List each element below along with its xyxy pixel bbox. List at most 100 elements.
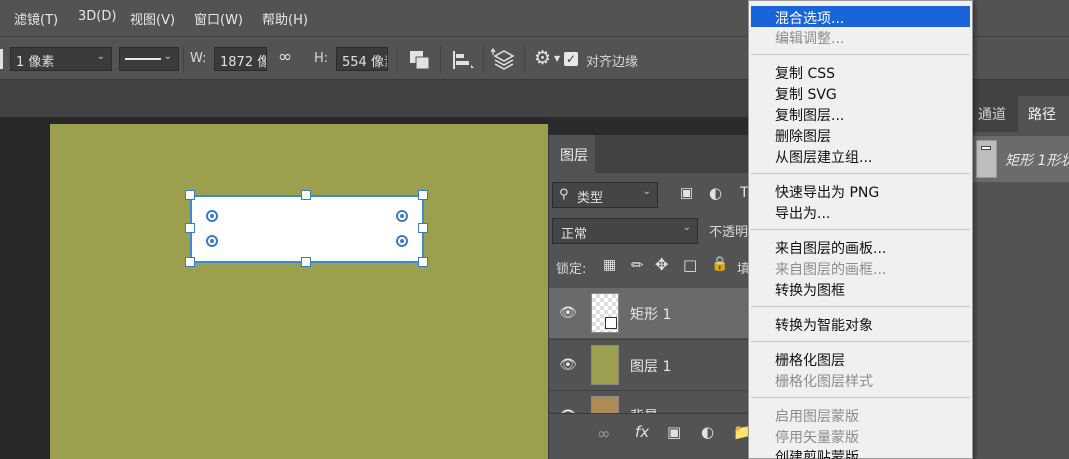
- layers-bottom-bar: ∞ fx ▣ ◐ 📁: [549, 413, 759, 459]
- adjustment-layer-icon[interactable]: ◐: [701, 423, 714, 441]
- menu-item-convert-to-smart-object[interactable]: 转换为智能对象: [775, 315, 873, 335]
- layer-row-layer1[interactable]: 👁 图层 1: [549, 339, 759, 389]
- menu-item-quick-export-png[interactable]: 快速导出为 PNG: [775, 182, 879, 202]
- chevron-down-icon: ⌄: [96, 51, 105, 62]
- link-dimensions-icon[interactable]: ∞: [278, 47, 292, 67]
- transform-handle[interactable]: [418, 223, 428, 233]
- align-edges-checkbox[interactable]: ✓: [564, 52, 578, 66]
- layer-filter-value: 类型: [577, 191, 604, 206]
- layer-thumbnail: [591, 345, 619, 385]
- corner-radius-widget[interactable]: [206, 210, 218, 222]
- layer-name[interactable]: 背景: [630, 406, 658, 413]
- layer-row-rectangle[interactable]: 👁 矩形 1: [549, 288, 759, 338]
- lock-all-icon[interactable]: 🔒: [711, 256, 728, 272]
- path-alignment-icon[interactable]: [450, 49, 476, 71]
- chevron-down-icon: ⌄: [642, 186, 651, 197]
- blend-mode-value: 正常: [561, 227, 588, 242]
- corner-radius-widget[interactable]: [396, 210, 408, 222]
- align-edges-label: 对齐边缘: [586, 55, 639, 70]
- link-layers-icon[interactable]: ∞: [597, 424, 610, 443]
- stroke-width-value: 1 像素: [16, 55, 55, 70]
- menu-3d[interactable]: 3D(D): [78, 9, 116, 24]
- lock-position-icon[interactable]: ✥: [655, 255, 668, 274]
- opacity-label: 不透明: [709, 225, 749, 240]
- tab-channels[interactable]: 通道: [978, 104, 1006, 124]
- menu-item-disable-vector-mask[interactable]: 停用矢量蒙版: [775, 427, 859, 447]
- blend-mode-dropdown[interactable]: 正常 ⌄: [552, 218, 698, 244]
- menu-item-copy-svg[interactable]: 复制 SVG: [775, 84, 837, 104]
- tab-layers[interactable]: 图层: [549, 135, 595, 173]
- search-icon: ⚲: [559, 187, 569, 202]
- path-operations-icon[interactable]: [408, 49, 432, 71]
- menu-item-frame-from-layers[interactable]: 来自图层的画框...: [775, 259, 886, 279]
- paths-panel: 通道 路径 矩形 1形状: [972, 96, 1069, 459]
- menu-item-rasterize-layer[interactable]: 栅格化图层: [775, 350, 845, 370]
- fx-icon[interactable]: fx: [635, 423, 649, 441]
- menu-item-create-clipping-mask[interactable]: 创建剪贴蒙版: [775, 447, 859, 459]
- layer-row-background[interactable]: 👁 背景: [549, 390, 759, 413]
- menu-item-enable-layer-mask[interactable]: 启用图层蒙版: [775, 406, 859, 426]
- menu-window[interactable]: 窗口(W): [194, 9, 243, 28]
- chevron-down-icon: ⌄: [682, 222, 691, 233]
- menu-help[interactable]: 帮助(H): [262, 9, 308, 28]
- divider: [483, 45, 484, 73]
- lock-transparent-icon[interactable]: ▦: [603, 257, 616, 273]
- menu-item-blending-options[interactable]: 混合选项...: [775, 8, 844, 28]
- transform-handle[interactable]: [301, 190, 311, 200]
- menu-separator: [751, 306, 970, 307]
- layer-name[interactable]: 图层 1: [630, 356, 671, 376]
- path-arrangement-icon[interactable]: [491, 47, 517, 71]
- menu-separator: [751, 54, 970, 55]
- rectangle-shape[interactable]: [190, 195, 424, 263]
- stroke-width-dropdown[interactable]: 1 像素 ⌄: [10, 47, 112, 71]
- menu-separator: [751, 173, 970, 174]
- menu-item-export-as[interactable]: 导出为...: [775, 203, 830, 223]
- layers-tab-row: 图层: [549, 135, 759, 173]
- menu-item-convert-to-frame[interactable]: 转换为图框: [775, 280, 845, 300]
- menu-item-copy-css[interactable]: 复制 CSS: [775, 63, 835, 83]
- path-row[interactable]: 矩形 1形状: [972, 136, 1069, 182]
- layer-context-menu: 混合选项... 编辑调整... 复制 CSS 复制 SVG 复制图层... 删除…: [748, 0, 973, 459]
- lock-image-icon[interactable]: ✏: [631, 256, 644, 274]
- eye-icon[interactable]: 👁: [559, 305, 577, 321]
- height-input[interactable]: 554 像素: [336, 47, 388, 71]
- corner-radius-widget[interactable]: [396, 235, 408, 247]
- image-filter-icon[interactable]: ▣: [680, 185, 693, 201]
- transform-handle[interactable]: [185, 257, 195, 267]
- gear-icon[interactable]: ⚙: [534, 47, 551, 69]
- transform-handle[interactable]: [418, 190, 428, 200]
- adjustment-filter-icon[interactable]: ◐: [709, 184, 722, 202]
- layers-panel: 图层 ⚲ 类型 ⌄ ▣ ◐ T 正常 ⌄ 不透明 锁定: ▦ ✏ ✥ □ 🔒 填…: [548, 135, 759, 459]
- layer-name[interactable]: 矩形 1: [630, 304, 671, 324]
- divider: [524, 45, 525, 73]
- layer-mask-icon[interactable]: ▣: [667, 423, 681, 441]
- menu-item-rasterize-layer-style[interactable]: 栅格化图层样式: [775, 371, 873, 391]
- tab-paths[interactable]: 路径: [1028, 104, 1056, 124]
- corner-radius-widget[interactable]: [206, 235, 218, 247]
- tab-layers-label: 图层: [560, 148, 588, 164]
- document-canvas[interactable]: [50, 124, 548, 459]
- lock-artboard-icon[interactable]: □: [683, 256, 697, 274]
- transform-handle[interactable]: [418, 257, 428, 267]
- eye-icon[interactable]: 👁: [559, 357, 577, 373]
- transform-handle[interactable]: [185, 223, 195, 233]
- layer-thumbnail: [591, 396, 619, 413]
- width-input[interactable]: 1872 像: [214, 47, 267, 71]
- menu-item-delete-layer[interactable]: 删除图层: [775, 126, 831, 146]
- menu-filter[interactable]: 滤镜(T): [14, 9, 58, 28]
- menu-view[interactable]: 视图(V): [130, 9, 175, 28]
- paths-tab-row: 通道 路径: [972, 96, 1069, 132]
- transform-handle[interactable]: [185, 190, 195, 200]
- layer-filter-dropdown[interactable]: ⚲ 类型 ⌄: [552, 182, 658, 208]
- menu-item-group-from-layers[interactable]: 从图层建立组...: [775, 147, 872, 167]
- lock-label: 锁定:: [556, 262, 587, 277]
- menu-item-edit-adjustment[interactable]: 编辑调整...: [775, 28, 844, 48]
- transform-handle[interactable]: [301, 257, 311, 267]
- menu-item-artboard-from-layers[interactable]: 来自图层的画板...: [775, 238, 886, 258]
- height-value: 554 像素: [342, 55, 387, 70]
- stroke-type-dropdown[interactable]: ⌄: [119, 47, 179, 71]
- path-name[interactable]: 矩形 1形状: [1005, 150, 1069, 170]
- height-label: H:: [314, 51, 329, 66]
- menu-item-duplicate-layer[interactable]: 复制图层...: [775, 105, 844, 125]
- divider: [397, 45, 398, 73]
